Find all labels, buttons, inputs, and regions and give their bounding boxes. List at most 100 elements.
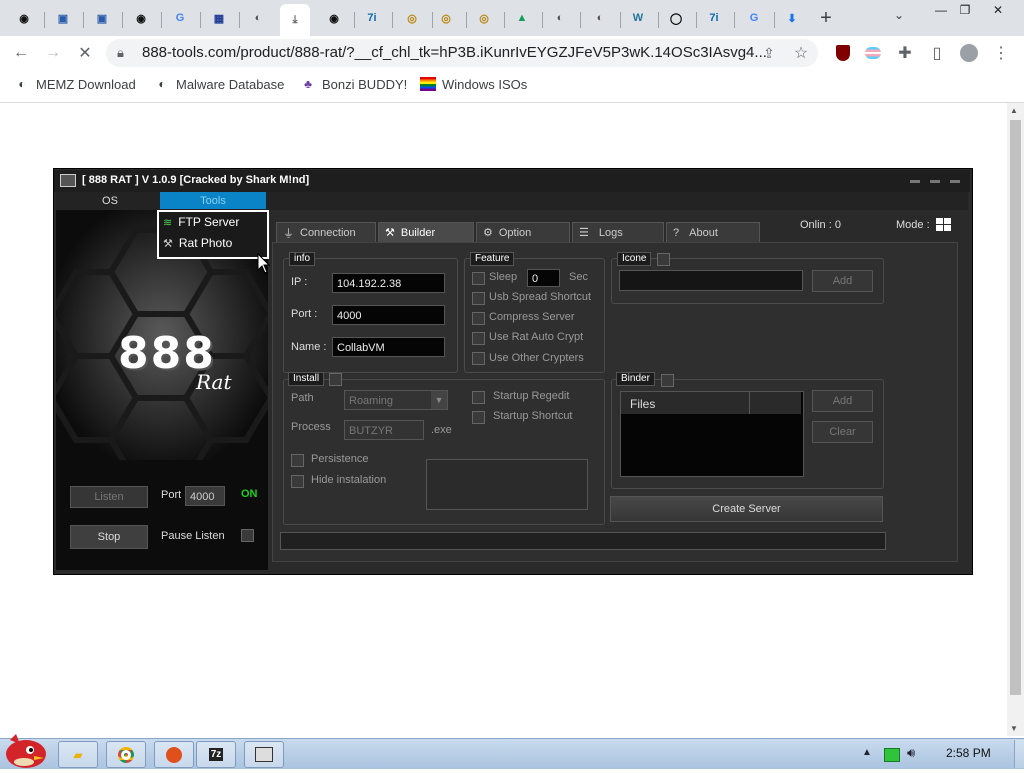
ip-input[interactable]: 104.192.2.38 [332, 273, 445, 293]
persistence-checkbox[interactable] [291, 454, 304, 467]
chevron-down-icon[interactable]: ▼ [431, 391, 447, 409]
sleep-input[interactable]: 0 [527, 269, 560, 287]
show-hidden-icons[interactable]: ▲ [862, 747, 872, 758]
browser-tab[interactable]: ⤓ [280, 4, 310, 36]
back-button[interactable]: ← [10, 42, 32, 64]
name-input[interactable]: CollabVM [332, 337, 445, 357]
pause-listen-checkbox[interactable] [241, 529, 254, 542]
browser-tab[interactable]: ◉ [320, 6, 348, 30]
browser-tab[interactable]: ◯ [662, 6, 690, 30]
listen-button[interactable]: Listen [70, 486, 148, 508]
url-text[interactable]: 888-tools.com/product/888-rat/?__cf_chl_… [142, 44, 767, 61]
taskbar-chrome[interactable] [106, 741, 146, 768]
browser-tab[interactable]: ▲ [508, 6, 536, 30]
binder-clear-button[interactable]: Clear [812, 421, 873, 443]
restore-button[interactable]: ❐ [950, 0, 980, 20]
clock-time[interactable]: 2:58 PM [946, 746, 991, 760]
tab-separator [466, 12, 467, 28]
bookmark-star-icon[interactable]: ☆ [790, 42, 812, 64]
listen-port-input[interactable]: 4000 [185, 486, 225, 506]
auto-crypt-checkbox[interactable] [472, 332, 485, 345]
share-icon[interactable]: ⇪ [758, 42, 780, 64]
tab-about[interactable]: ? About [666, 222, 760, 242]
volume-icon[interactable]: 🔊︎ [907, 745, 915, 761]
process-label: Process [291, 421, 331, 433]
menu-tools[interactable]: Tools [160, 192, 266, 209]
icone-add-button[interactable]: Add [812, 270, 873, 292]
browser-tab[interactable]: ▣ [88, 6, 116, 30]
icone-path-input[interactable] [619, 270, 803, 291]
taskbar-rat-window[interactable] [244, 741, 284, 768]
install-checkbox[interactable] [329, 373, 342, 386]
taskbar-app-3[interactable] [154, 741, 194, 768]
start-button[interactable] [2, 730, 48, 768]
mouse-cursor-icon [257, 253, 271, 274]
browser-tab[interactable]: W [624, 6, 652, 30]
process-input[interactable]: BUTZYR [344, 420, 424, 440]
menu-item-rat-photo[interactable]: ⚒ Rat Photo [163, 236, 232, 250]
stop-load-button[interactable]: ✕ [74, 42, 96, 64]
menu-kebab-icon[interactable]: ⋮ [990, 42, 1012, 64]
sleep-checkbox[interactable] [472, 272, 485, 285]
browser-tab[interactable]: ◎ [470, 6, 498, 30]
icone-checkbox[interactable] [657, 253, 670, 266]
files-column-header-2[interactable] [750, 392, 801, 414]
other-crypters-checkbox[interactable] [472, 352, 485, 365]
port-input[interactable]: 4000 [332, 305, 445, 325]
browser-tab[interactable]: G [740, 6, 768, 30]
forward-button[interactable]: → [42, 42, 64, 64]
browser-tab[interactable]: G [166, 6, 194, 30]
stop-button[interactable]: Stop [70, 525, 148, 549]
app-minimize-icon[interactable] [910, 180, 920, 183]
browser-tab[interactable]: ◎ [398, 6, 426, 30]
tab-search-chevron-icon[interactable]: ⌄ [894, 8, 904, 22]
side-panel-icon[interactable]: ▯ [926, 42, 948, 64]
show-desktop-button[interactable] [1014, 740, 1024, 768]
extensions-puzzle-icon[interactable]: ✚ [894, 42, 916, 64]
close-window-button[interactable]: ✕ [983, 0, 1013, 20]
browser-tab[interactable]: ◐ [586, 6, 614, 30]
new-tab-button[interactable]: + [812, 4, 840, 32]
taskbar-explorer[interactable]: ▰ [58, 741, 98, 768]
scroll-up-icon[interactable]: ▲ [1010, 106, 1018, 115]
browser-tab[interactable]: ▦ [205, 6, 233, 30]
menu-os[interactable]: OS [60, 192, 160, 209]
browser-tab[interactable]: ◉ [127, 6, 155, 30]
taskbar-7zip[interactable]: 7z [196, 741, 236, 768]
tab-builder[interactable]: ⚒ Builder [378, 222, 474, 242]
bookmark-bonzi-buddy[interactable]: ♣ Bonzi BUDDY! [300, 76, 407, 92]
tab-option[interactable]: ⚙ Option [476, 222, 570, 242]
network-icon[interactable] [884, 748, 900, 762]
usb-spread-label: Usb Spread Shortcut [489, 291, 592, 303]
browser-tab[interactable]: ◐ [244, 6, 272, 30]
scrollbar-thumb[interactable] [1010, 120, 1021, 695]
scroll-down-icon[interactable]: ▼ [1010, 724, 1018, 733]
menu-item-ftp-server[interactable]: ≋ FTP Server [163, 215, 239, 229]
browser-tab[interactable]: ⬇ [778, 6, 806, 30]
bookmark-memz[interactable]: ◐ MEMZ Download [14, 76, 135, 92]
startup-regedit-checkbox[interactable] [472, 391, 485, 404]
usb-spread-checkbox[interactable] [472, 292, 485, 305]
hide-install-checkbox[interactable] [291, 475, 304, 488]
app-close-icon[interactable] [950, 180, 960, 183]
tab-connection[interactable]: ⏚ Connection [276, 222, 376, 242]
create-server-button[interactable]: Create Server [610, 496, 883, 522]
ublock-extension-icon[interactable] [832, 42, 854, 64]
other-crypters-label: Use Other Crypters [489, 352, 584, 364]
binder-checkbox[interactable] [661, 374, 674, 387]
app-maximize-icon[interactable] [930, 180, 940, 183]
bookmark-malware-database[interactable]: ◐ Malware Database [154, 76, 284, 92]
tab-logs[interactable]: ☰ Logs [572, 222, 664, 242]
profile-avatar-icon[interactable] [958, 42, 980, 64]
browser-tab[interactable]: ◉ [10, 6, 38, 30]
binder-add-button[interactable]: Add [812, 390, 873, 412]
extension-flag-icon[interactable] [862, 42, 884, 64]
browser-tab[interactable]: 7i [358, 6, 386, 30]
browser-tab[interactable]: ◐ [546, 6, 574, 30]
browser-tab[interactable]: ◎ [432, 6, 460, 30]
startup-shortcut-checkbox[interactable] [472, 411, 485, 424]
browser-tab[interactable]: 7i [700, 6, 728, 30]
browser-tab[interactable]: ▣ [49, 6, 77, 30]
compress-server-checkbox[interactable] [472, 312, 485, 325]
bookmark-windows-isos[interactable]: Windows ISOs [420, 76, 527, 92]
